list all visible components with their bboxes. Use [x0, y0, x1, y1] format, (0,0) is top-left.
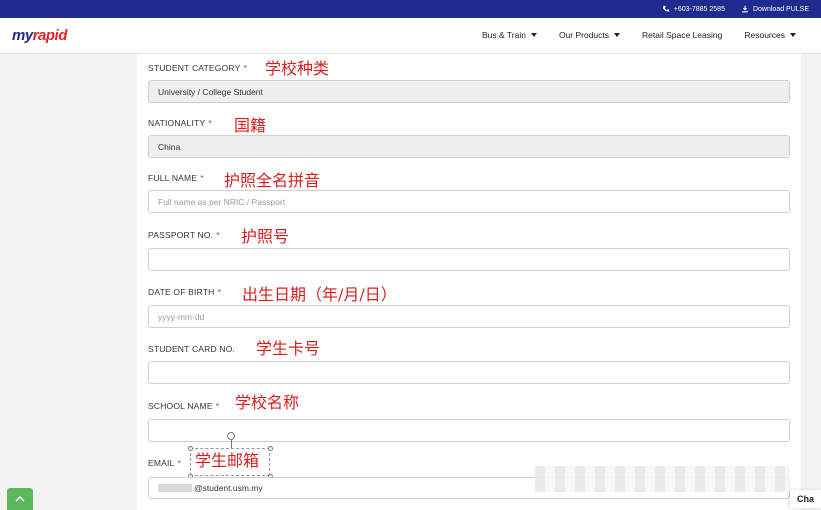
- required-mark: *: [217, 287, 222, 297]
- passport-no-annotation: 护照号: [241, 227, 290, 246]
- student-category-label: STUDENT CATEGORY *: [148, 63, 247, 73]
- school-name-input[interactable]: [148, 419, 790, 442]
- student-category-label-text: STUDENT CATEGORY: [148, 63, 241, 73]
- full-name-label: FULL NAME *: [148, 173, 204, 183]
- resize-handle[interactable]: [188, 446, 193, 451]
- student-card-no-label-text: STUDENT CARD NO.: [148, 344, 236, 354]
- caret-down-icon: [614, 33, 621, 37]
- nav-resources-label: Resources: [744, 30, 785, 40]
- redacted-email-username: [158, 484, 192, 492]
- date-of-birth-label-text: DATE OF BIRTH: [148, 287, 215, 297]
- redaction-blur: [535, 466, 790, 492]
- passport-no-input[interactable]: [148, 248, 790, 271]
- nationality-value: China: [158, 141, 181, 152]
- date-of-birth-input[interactable]: yyyy-mm-dd: [148, 305, 790, 328]
- full-name-annotation: 护照全名拼音: [224, 171, 321, 190]
- main-navbar: myrapid Bus & Train Our Products Retail …: [0, 18, 821, 54]
- rotation-handle[interactable]: [227, 432, 235, 440]
- school-name-label-text: SCHOOL NAME: [148, 401, 213, 411]
- page: +603-7885 2585 Download PULSE myrapid Bu…: [0, 0, 821, 510]
- phone-link[interactable]: +603-7885 2585: [662, 5, 725, 13]
- email-annotation: 学生邮箱: [195, 451, 260, 470]
- phone-icon: [662, 5, 669, 12]
- date-of-birth-placeholder: yyyy-mm-dd: [158, 311, 205, 322]
- nav-bus-train-label: Bus & Train: [482, 30, 526, 40]
- phone-number: +603-7885 2585: [673, 5, 725, 13]
- email-label-text: EMAIL: [148, 458, 175, 468]
- download-pulse-link[interactable]: Download PULSE: [741, 5, 809, 13]
- student-card-no-label: STUDENT CARD NO.: [148, 344, 235, 354]
- email-label: EMAIL *: [148, 458, 181, 468]
- nav-resources[interactable]: Resources: [744, 30, 796, 40]
- student-category-annotation: 学校种类: [265, 59, 330, 78]
- top-utility-bar: +603-7885 2585 Download PULSE: [0, 0, 821, 18]
- student-card-no-annotation: 学生卡号: [256, 339, 321, 358]
- email-value: @student.usm.my: [194, 483, 263, 493]
- nav-our-products-label: Our Products: [558, 30, 610, 40]
- nationality-select[interactable]: China: [148, 135, 790, 158]
- nationality-label-text: NATIONALITY: [148, 118, 206, 128]
- school-name-annotation: 学校名称: [235, 393, 300, 412]
- chat-widget-button[interactable]: Cha: [790, 490, 821, 508]
- full-name-placeholder: Full name as per NRIC / Passport: [158, 196, 286, 207]
- nationality-annotation: 国籍: [234, 116, 267, 135]
- full-name-label-text: FULL NAME: [148, 173, 198, 183]
- rotation-handle-line: [231, 440, 232, 448]
- chevron-up-icon: [15, 495, 25, 502]
- required-mark: *: [215, 401, 220, 411]
- download-pulse-label: Download PULSE: [752, 5, 809, 13]
- student-category-value: University / College Student: [158, 86, 263, 97]
- required-mark: *: [216, 230, 220, 240]
- chat-label: Cha: [797, 494, 815, 504]
- student-category-select[interactable]: University / College Student: [148, 80, 790, 103]
- resize-handle[interactable]: [268, 446, 273, 451]
- school-name-label: SCHOOL NAME *: [148, 401, 219, 411]
- required-mark: *: [208, 118, 212, 128]
- caret-down-icon: [530, 33, 537, 37]
- logo-part-my: my: [12, 27, 33, 44]
- download-icon: [742, 5, 748, 13]
- nav-retail-space-leasing[interactable]: Retail Space Leasing: [642, 30, 722, 40]
- myrapid-logo[interactable]: myrapid: [12, 27, 67, 44]
- nav-menu: Bus & Train Our Products Retail Space Le…: [482, 30, 796, 40]
- nav-retail-label: Retail Space Leasing: [642, 30, 723, 40]
- student-card-no-input[interactable]: [148, 361, 790, 384]
- nav-bus-train[interactable]: Bus & Train: [482, 30, 537, 40]
- required-mark: *: [177, 458, 182, 468]
- required-mark: *: [200, 173, 204, 183]
- passport-no-label: PASSPORT NO. *: [148, 230, 220, 240]
- full-name-input[interactable]: Full name as per NRIC / Passport: [148, 190, 790, 213]
- date-of-birth-annotation: 出生日期（年/月/日）: [242, 285, 397, 304]
- required-mark: *: [243, 63, 247, 73]
- nav-our-products[interactable]: Our Products: [558, 30, 621, 40]
- logo-part-rapid: rapid: [32, 27, 68, 44]
- date-of-birth-label: DATE OF BIRTH *: [148, 287, 221, 297]
- passport-no-label-text: PASSPORT NO.: [148, 230, 214, 240]
- scroll-to-top-button[interactable]: [7, 488, 33, 510]
- nationality-label: NATIONALITY *: [148, 118, 212, 128]
- caret-down-icon: [790, 33, 796, 37]
